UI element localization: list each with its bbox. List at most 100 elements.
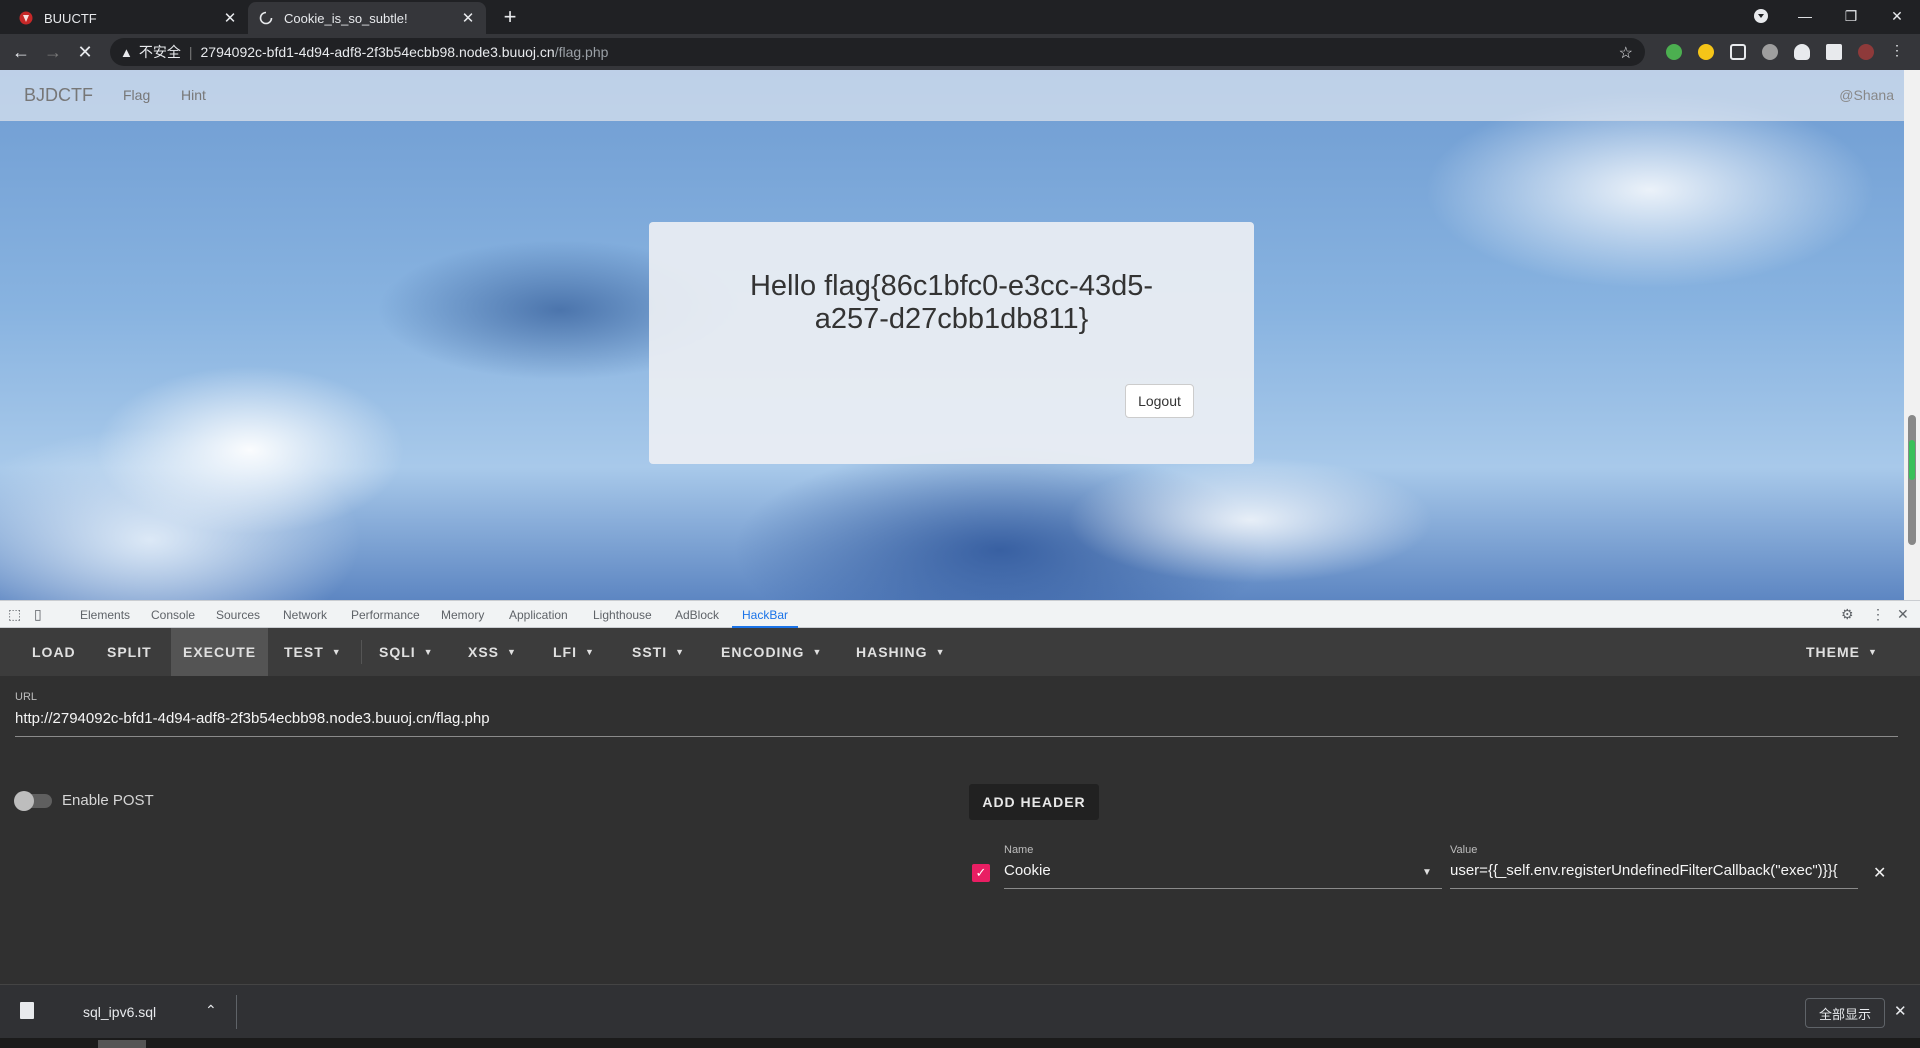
caret-down-icon[interactable]: ▼ (1422, 867, 1432, 878)
load-label: LOAD (32, 644, 76, 660)
tab-title: Cookie_is_so_subtle! (284, 10, 408, 26)
caret-down-icon: ▼ (1868, 647, 1878, 657)
encoding-menu[interactable]: ENCODING ▼ (709, 628, 834, 676)
url-path: /flag.php (554, 44, 609, 60)
header-value-input[interactable]: user={{_self.env.registerUndefinedFilter… (1450, 862, 1858, 879)
back-icon[interactable]: ← (9, 40, 33, 64)
address-bar[interactable]: ▲ 不安全 | 2794092c-bfd1-4d94-adf8-2f3b54ec… (110, 38, 1645, 66)
menu-divider (361, 640, 362, 664)
encoding-label: ENCODING (721, 644, 805, 660)
nav-link-flag[interactable]: Flag (123, 87, 150, 103)
ssti-menu[interactable]: SSTI ▼ (620, 628, 697, 676)
test-label: TEST (284, 644, 324, 660)
logout-button[interactable]: Logout (1125, 384, 1194, 418)
minimize-icon[interactable]: — (1782, 0, 1828, 32)
caret-down-icon: ▼ (585, 647, 595, 657)
tab-title: BUUCTF (44, 10, 97, 26)
xss-label: XSS (468, 644, 500, 660)
tab-cookie-is-so-subtle[interactable]: Cookie_is_so_subtle! ✕ (248, 2, 486, 34)
execute-button[interactable]: EXECUTE (171, 628, 269, 676)
nav-link-hint[interactable]: Hint (181, 87, 206, 103)
devtools-tab-hackbar[interactable]: HackBar (742, 608, 788, 622)
header-value-label: Value (1450, 844, 1478, 856)
caret-down-icon: ▼ (812, 647, 823, 657)
new-tab-button[interactable]: + (498, 4, 522, 30)
lfi-menu[interactable]: LFI ▼ (541, 628, 607, 676)
sqli-menu[interactable]: SQLI ▼ (367, 628, 446, 676)
profile-menu-icon[interactable] (1738, 0, 1784, 32)
greeting-panel: Hello flag{86c1bfc0-e3cc-43d5- a257-d27c… (649, 222, 1254, 464)
header-name-label: Name (1004, 844, 1034, 856)
enable-post-toggle[interactable] (14, 791, 52, 811)
extension-reader-icon[interactable] (1730, 44, 1746, 60)
header-name-underline (1004, 888, 1442, 889)
site-brand[interactable]: BJDCTF (24, 85, 93, 106)
close-window-icon[interactable]: ✕ (1874, 0, 1920, 32)
avatar[interactable] (1858, 44, 1874, 60)
settings-gear-icon[interactable]: ⚙ (1841, 606, 1854, 623)
devtools-tab-sources[interactable]: Sources (216, 608, 260, 622)
page-scrollbar[interactable] (1904, 70, 1920, 600)
devtools-tab-lighthouse[interactable]: Lighthouse (593, 608, 652, 622)
extension-yellow-icon[interactable] (1698, 44, 1714, 60)
taskbar-item[interactable] (98, 1040, 146, 1048)
nav-user[interactable]: @Shana (1839, 87, 1894, 103)
greeting-text: Hello flag{86c1bfc0-e3cc-43d5- a257-d27c… (649, 270, 1254, 336)
divider: | (188, 44, 193, 60)
add-header-button[interactable]: ADD HEADER (969, 784, 1099, 820)
devtools-tab-elements[interactable]: Elements (80, 608, 130, 622)
caret-down-icon: ▼ (675, 647, 686, 657)
loading-spinner-icon (258, 10, 274, 26)
file-icon (20, 1002, 34, 1019)
download-file-name[interactable]: sql_ipv6.sql (83, 1004, 156, 1020)
scrollbar-thumb[interactable] (1908, 415, 1916, 545)
close-devtools-icon[interactable]: ✕ (1897, 606, 1909, 623)
execute-label: EXECUTE (183, 644, 257, 660)
forward-icon[interactable]: → (41, 40, 65, 64)
devtools-menu-icon[interactable]: ⋮ (1871, 606, 1885, 623)
device-toolbar-icon[interactable]: ▯ (34, 606, 42, 623)
theme-menu[interactable]: THEME ▼ (1794, 628, 1890, 676)
inspect-element-icon[interactable]: ⬚ (8, 606, 21, 623)
greeting-line-1: Hello flag{86c1bfc0-e3cc-43d5- (749, 270, 1154, 302)
devtools-tab-adblock[interactable]: AdBlock (675, 608, 719, 622)
close-download-bar-icon[interactable]: ✕ (1894, 1002, 1907, 1020)
remove-header-icon[interactable]: ✕ (1873, 863, 1886, 883)
devtools-tab-memory[interactable]: Memory (441, 608, 484, 622)
load-button[interactable]: LOAD (20, 628, 88, 676)
xss-menu[interactable]: XSS ▼ (456, 628, 529, 676)
devtools-tab-network[interactable]: Network (283, 608, 327, 622)
header-name-select[interactable]: Cookie (1004, 862, 1404, 879)
split-button[interactable]: SPLIT (95, 628, 164, 676)
theme-label: THEME (1806, 644, 1860, 660)
test-menu[interactable]: TEST ▼ (272, 628, 354, 676)
caret-down-icon: ▼ (507, 647, 517, 657)
cloud-extension-icon[interactable] (1794, 44, 1810, 60)
devtools-tab-console[interactable]: Console (151, 608, 195, 622)
url-host: 2794092c-bfd1-4d94-adf8-2f3b54ecbb98.nod… (200, 44, 555, 60)
devtools-tab-strip: ⬚ ▯ Elements Console Sources Network Per… (0, 600, 1920, 628)
header-enabled-checkbox[interactable]: ✓ (972, 864, 990, 882)
bookmark-star-icon[interactable]: ☆ (1619, 43, 1633, 63)
ssti-label: SSTI (632, 644, 668, 660)
devtools-tab-application[interactable]: Application (509, 608, 568, 622)
restore-icon[interactable]: ❐ (1828, 0, 1874, 32)
show-all-downloads-button[interactable]: 全部显示 (1805, 998, 1885, 1028)
toggle-knob[interactable] (14, 791, 34, 811)
enable-post-label: Enable POST (62, 792, 154, 809)
close-tab-icon[interactable]: ✕ (222, 9, 238, 27)
close-tab-icon[interactable]: ✕ (460, 9, 476, 27)
extensions-puzzle-icon[interactable] (1826, 44, 1842, 60)
hashing-label: HASHING (856, 644, 928, 660)
browser-menu-icon[interactable]: ⋮ (1890, 42, 1906, 58)
stop-loading-icon[interactable]: ✕ (73, 40, 97, 64)
browser-tab-strip: BUUCTF ✕ Cookie_is_so_subtle! ✕ + — ❐ ✕ (0, 0, 1920, 34)
hashing-menu[interactable]: HASHING ▼ (844, 628, 957, 676)
devtools-tab-performance[interactable]: Performance (351, 608, 420, 622)
extension-green-icon[interactable] (1666, 44, 1682, 60)
url-field-label: URL (15, 691, 38, 703)
url-input[interactable]: http://2794092c-bfd1-4d94-adf8-2f3b54ecb… (15, 710, 1895, 727)
chevron-up-icon[interactable]: ⌃ (205, 1002, 217, 1019)
tab-buuctf[interactable]: BUUCTF ✕ (8, 2, 248, 34)
extension-grey-icon[interactable] (1762, 44, 1778, 60)
